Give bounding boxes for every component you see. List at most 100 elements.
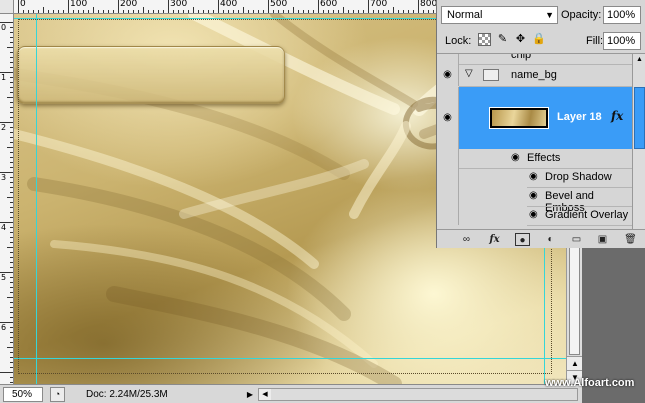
visibility-eye-icon[interactable]: ◉ [529,171,538,182]
ruler-tick [158,10,159,13]
group-folder-icon[interactable]: ▭ [569,233,584,246]
ruler-tick [10,157,13,158]
visibility-eye-icon[interactable]: ◉ [529,209,538,220]
ruler-tick [358,10,359,13]
ruler-tick [10,307,13,308]
ruler-tick [10,162,13,163]
ruler-tick [10,257,13,258]
ruler-tick [7,247,13,248]
ruler-tick [133,10,134,13]
ruler-tick [10,357,13,358]
ruler-tick [408,10,409,13]
lock-position-icon[interactable]: ✥ [514,33,527,46]
layers-scroll-thumb[interactable] [634,87,645,149]
ruler-tick [10,32,13,33]
visibility-eye-icon[interactable]: ◉ [437,64,459,86]
ruler-tick [373,10,374,13]
ruler-tick [10,252,13,253]
lock-label: Lock: [445,35,472,47]
guide-horizontal-bottom[interactable] [14,358,566,359]
ruler-tick [428,10,429,13]
ruler-tick [10,207,13,208]
ruler-label: 200 [120,0,138,9]
status-menu-arrow-icon[interactable]: ▶ [244,387,256,402]
layer-row-layer-18[interactable]: Layer 18 fx [459,87,632,149]
layer-row-chip[interactable]: chip [437,54,632,64]
layers-scrollbar[interactable]: ▲ [632,54,645,229]
lock-image-pixels-icon[interactable]: ✎ [496,33,509,46]
layer-group-name-bg[interactable]: ◉ ▽ name_bg [437,64,632,86]
ruler-tick [10,132,13,133]
visibility-eye-icon[interactable]: ◉ [529,190,538,201]
ruler-tick [7,297,13,298]
ruler-tick [328,10,329,13]
fill-field[interactable]: 100% [603,32,641,50]
expand-triangle-icon[interactable]: ▽ [465,68,473,79]
lock-all-icon[interactable]: 🔒 [532,33,546,46]
effects-row[interactable]: ◉ Effects [437,149,632,168]
ruler-tick [123,10,124,13]
canvas-horizontal-scrollbar[interactable]: ◀ [258,388,578,401]
effect-row-gradient-overlay[interactable]: ◉ Gradient Overlay [437,206,632,225]
trash-icon[interactable]: 🗑 [623,233,638,246]
ruler-tick [228,10,229,13]
ruler-tick [153,10,154,13]
visibility-eye-icon[interactable]: ◉ [437,87,459,149]
ruler-horizontal[interactable]: 0 100 200 300 400 500 600 700 800 [0,0,436,14]
guide-vertical-left[interactable] [36,14,37,384]
ruler-tick [268,0,269,13]
effect-name: Drop Shadow [545,171,612,183]
effect-row-bevel-emboss[interactable]: ◉ Bevel and Emboss [437,187,632,214]
opacity-field[interactable]: 100% [603,6,641,24]
status-options-icon[interactable]: ◔ [50,387,65,402]
ruler-tick [393,7,394,13]
visibility-eye-icon[interactable] [437,54,459,64]
ruler-tick [10,37,13,38]
ruler-tick [168,0,169,13]
ruler-tick [18,0,19,13]
ruler-tick [198,10,199,13]
scroll-up-arrow[interactable]: ▲ [567,356,583,370]
ruler-tick [248,10,249,13]
layer-list[interactable]: chip ◉ ▽ name_bg ◉ Layer 18 fx ◉ Effects… [437,53,645,229]
layer-thumbnail [489,107,549,129]
scroll-left-arrow[interactable]: ◀ [259,389,271,400]
ruler-tick [10,362,13,363]
link-icon[interactable]: ∞ [459,233,474,246]
effect-row-drop-shadow[interactable]: ◉ Drop Shadow [437,168,632,187]
ruler-tick [293,7,294,13]
fx-icon[interactable]: fx [487,233,502,246]
layer-name: Layer 18 [557,111,602,123]
ruler-tick [128,10,129,13]
effect-name: Gradient Overlay [545,209,629,221]
ruler-corner[interactable] [0,0,14,14]
lock-transparent-pixels-icon[interactable] [478,33,491,46]
ruler-tick [53,10,54,13]
ruler-vertical[interactable]: 0 1 2 3 4 5 6 [0,14,14,384]
adjustment-icon[interactable]: ◐ [543,233,558,246]
ruler-tick [263,10,264,13]
ruler-tick [118,0,119,13]
ruler-tick [418,0,419,13]
scroll-up-arrow[interactable]: ▲ [633,54,645,66]
ruler-tick [10,87,13,88]
mask-icon[interactable]: ● [515,233,530,246]
ruler-label: 700 [370,0,388,9]
zoom-level-field[interactable]: 50% [3,387,43,402]
ruler-tick [218,0,219,13]
ruler-tick [223,10,224,13]
ruler-tick [10,292,13,293]
ruler-tick [10,142,13,143]
ruler-tick [7,197,13,198]
ruler-tick [103,10,104,13]
ruler-label: 5 [1,273,7,282]
ruler-tick [183,10,184,13]
layer-effects-fx-icon[interactable]: fx [611,109,623,123]
blend-mode-select[interactable]: Normal ▼ [441,6,558,24]
ruler-label: 1 [1,73,7,82]
ruler-tick [10,62,13,63]
visibility-eye-icon[interactable]: ◉ [511,152,520,163]
ruler-tick [253,10,254,13]
ruler-tick [403,10,404,13]
new-layer-icon[interactable]: ▣ [595,233,610,246]
